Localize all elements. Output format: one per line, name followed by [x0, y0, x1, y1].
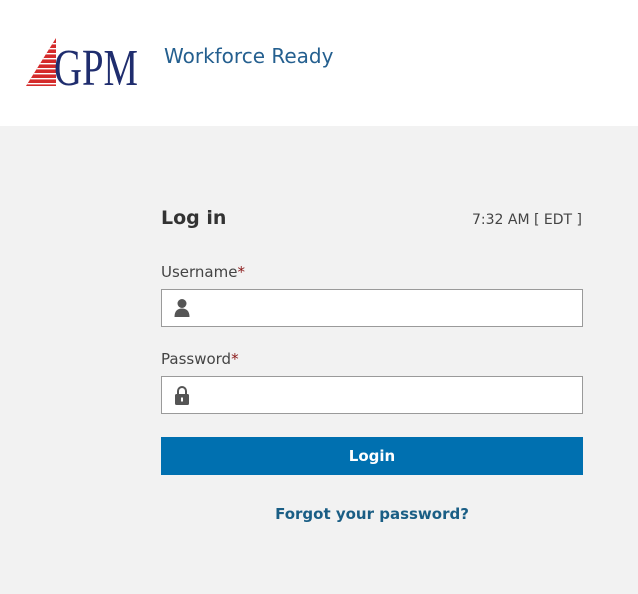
login-panel-background [0, 126, 638, 594]
login-button[interactable]: Login [161, 437, 583, 475]
user-icon [174, 298, 190, 318]
current-time: 7:32 AM [ EDT ] [472, 212, 582, 228]
page-title: Log in [161, 207, 227, 229]
header: GPM Workforce Ready [0, 0, 638, 126]
password-input[interactable] [200, 377, 576, 413]
password-field[interactable] [161, 376, 583, 414]
required-marker: * [237, 263, 245, 281]
gpm-logo: GPM [26, 38, 140, 88]
forgot-password-link[interactable]: Forgot your password? [161, 505, 583, 523]
username-label-text: Username [161, 263, 238, 281]
app-name: Workforce Ready [164, 44, 334, 68]
username-label: Username* [161, 263, 245, 281]
lock-icon [174, 385, 190, 405]
required-marker: * [231, 350, 239, 368]
password-label-text: Password [161, 350, 232, 368]
username-input[interactable] [200, 290, 576, 326]
username-field[interactable] [161, 289, 583, 327]
password-label: Password* [161, 350, 239, 368]
logo-text: GPM [54, 40, 138, 88]
